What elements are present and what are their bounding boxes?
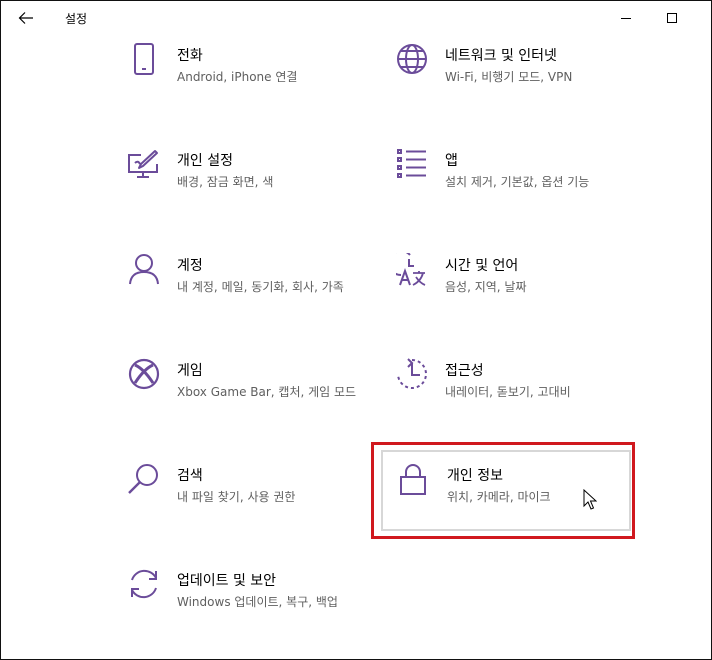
phone-icon	[128, 43, 164, 79]
item-description: Xbox Game Bar, 캡처, 게임 모드	[177, 385, 357, 399]
item-description: 내레이터, 돋보기, 고대비	[445, 385, 571, 399]
settings-item-time-language[interactable]: 시간 및 언어 음성, 지역, 날짜	[396, 253, 632, 317]
accessibility-icon	[396, 358, 432, 394]
minimize-button[interactable]	[603, 1, 649, 35]
item-description: Wi-Fi, 비행기 모드, VPN	[445, 70, 573, 84]
search-icon	[128, 463, 164, 499]
item-description: Windows 업데이트, 복구, 백업	[177, 595, 338, 609]
item-label: 앱	[445, 153, 458, 169]
settings-item-apps[interactable]: 앱 설치 제거, 기본값, 옵션 기능	[396, 148, 632, 212]
item-description: 내 파일 찾기, 사용 권한	[177, 490, 296, 504]
minimize-icon	[621, 18, 631, 19]
paintbrush-monitor-icon	[128, 148, 164, 184]
item-label: 전화	[177, 48, 203, 64]
settings-window: 설정 전화 Android, iPhone 연결 네트워크 및 인터넷 Wi-F…	[0, 0, 712, 660]
item-label: 네트워크 및 인터넷	[445, 48, 557, 64]
item-label: 개인 설정	[177, 153, 233, 169]
settings-item-phone[interactable]: 전화 Android, iPhone 연결	[128, 43, 364, 107]
item-description: Android, iPhone 연결	[177, 70, 298, 84]
item-description: 배경, 잠금 화면, 색	[177, 175, 274, 189]
item-label: 업데이트 및 보안	[177, 573, 277, 589]
settings-item-search[interactable]: 검색 내 파일 찾기, 사용 권한	[128, 463, 364, 527]
item-description: 음성, 지역, 날짜	[445, 280, 527, 294]
settings-item-network[interactable]: 네트워크 및 인터넷 Wi-Fi, 비행기 모드, VPN	[396, 43, 632, 107]
back-button[interactable]	[11, 5, 41, 31]
settings-item-accounts[interactable]: 계정 내 계정, 메일, 동기화, 회사, 가족	[128, 253, 364, 317]
mouse-cursor-icon	[583, 489, 597, 511]
time-language-icon	[396, 253, 432, 289]
globe-icon	[396, 43, 432, 79]
person-icon	[128, 253, 164, 289]
item-label: 시간 및 언어	[445, 258, 519, 274]
xbox-icon	[128, 358, 164, 394]
maximize-icon	[667, 13, 677, 23]
maximize-button[interactable]	[649, 1, 695, 35]
item-label: 게임	[177, 363, 203, 379]
settings-item-accessibility[interactable]: 접근성 내레이터, 돋보기, 고대비	[396, 358, 632, 422]
title-bar: 설정	[1, 1, 711, 35]
settings-item-personalization[interactable]: 개인 설정 배경, 잠금 화면, 색	[128, 148, 364, 212]
settings-item-gaming[interactable]: 게임 Xbox Game Bar, 캡처, 게임 모드	[128, 358, 364, 422]
item-description: 내 계정, 메일, 동기화, 회사, 가족	[177, 280, 344, 294]
app-list-icon	[396, 148, 432, 184]
item-description: 설치 제거, 기본값, 옵션 기능	[445, 175, 590, 189]
sync-arrows-icon	[128, 568, 164, 604]
arrow-left-icon	[18, 12, 33, 24]
window-title: 설정	[65, 12, 88, 26]
item-label: 접근성	[445, 363, 484, 379]
settings-item-update-security[interactable]: 업데이트 및 보안 Windows 업데이트, 복구, 백업	[128, 568, 364, 632]
item-label: 검색	[177, 468, 203, 484]
item-label: 계정	[177, 258, 203, 274]
